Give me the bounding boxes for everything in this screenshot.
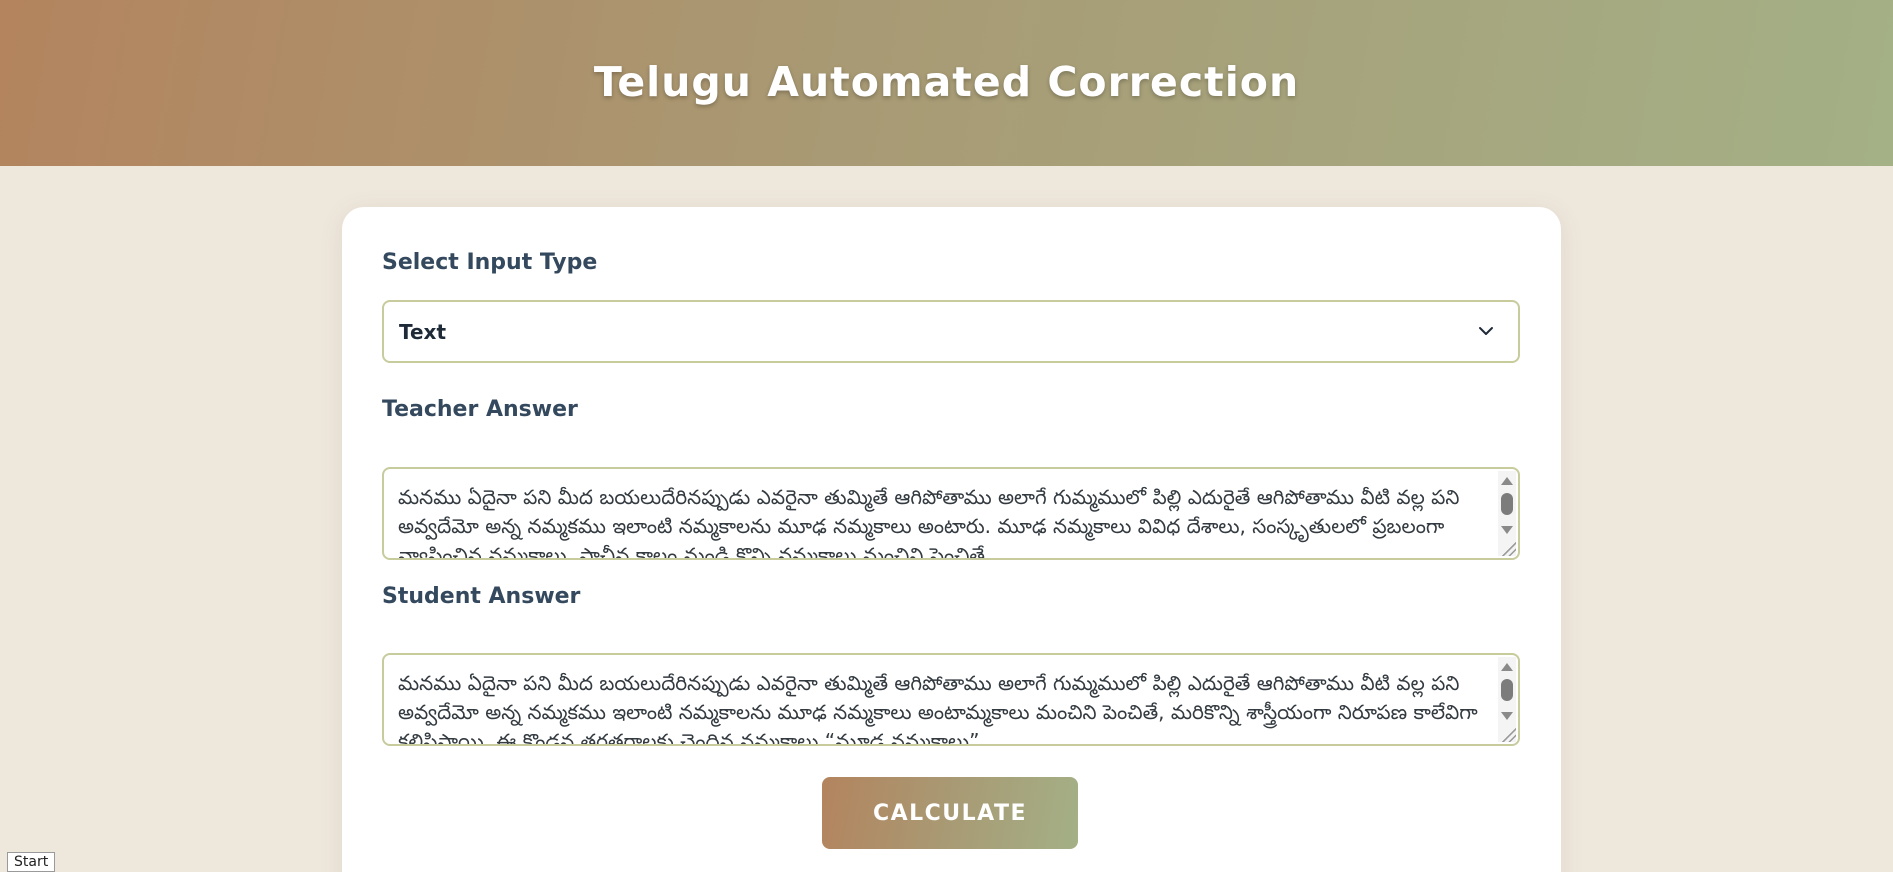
resize-grip-icon[interactable] bbox=[1500, 540, 1516, 556]
input-type-label: Select Input Type bbox=[382, 250, 598, 275]
scroll-up-arrow-icon[interactable] bbox=[1501, 477, 1513, 485]
input-type-select[interactable]: Text bbox=[382, 300, 1520, 363]
student-answer-textarea[interactable]: మనము ఏదైనా పని మీద బయలుదేరినప్పుడు ఎవరైన… bbox=[382, 653, 1520, 746]
teacher-answer-label: Teacher Answer bbox=[382, 397, 578, 422]
scroll-thumb[interactable] bbox=[1501, 679, 1513, 701]
page-title: Telugu Automated Correction bbox=[593, 58, 1300, 106]
student-answer-scrollbar[interactable] bbox=[1498, 657, 1516, 742]
input-type-value: Text bbox=[399, 319, 447, 344]
start-button[interactable]: Start bbox=[7, 852, 56, 872]
calculate-button[interactable]: CALCULATE bbox=[822, 777, 1078, 849]
resize-grip-icon[interactable] bbox=[1500, 726, 1516, 742]
scroll-down-arrow-icon[interactable] bbox=[1501, 712, 1513, 720]
student-answer-text: మనము ఏదైనా పని మీద బయలుదేరినప్పుడు ఎవరైన… bbox=[398, 671, 1478, 746]
scroll-down-arrow-icon[interactable] bbox=[1501, 526, 1513, 534]
teacher-answer-text: మనము ఏదైనా పని మీద బయలుదేరినప్పుడు ఎవరైన… bbox=[398, 485, 1460, 560]
scroll-up-arrow-icon[interactable] bbox=[1501, 663, 1513, 671]
app-header: Telugu Automated Correction bbox=[0, 0, 1893, 166]
scroll-thumb[interactable] bbox=[1501, 493, 1513, 515]
student-answer-label: Student Answer bbox=[382, 584, 581, 609]
form-card: Select Input Type Text Teacher Answer మన… bbox=[342, 207, 1561, 872]
teacher-answer-textarea[interactable]: మనము ఏదైనా పని మీద బయలుదేరినప్పుడు ఎవరైన… bbox=[382, 467, 1520, 560]
chevron-down-icon bbox=[1479, 327, 1493, 335]
teacher-answer-scrollbar[interactable] bbox=[1498, 471, 1516, 556]
